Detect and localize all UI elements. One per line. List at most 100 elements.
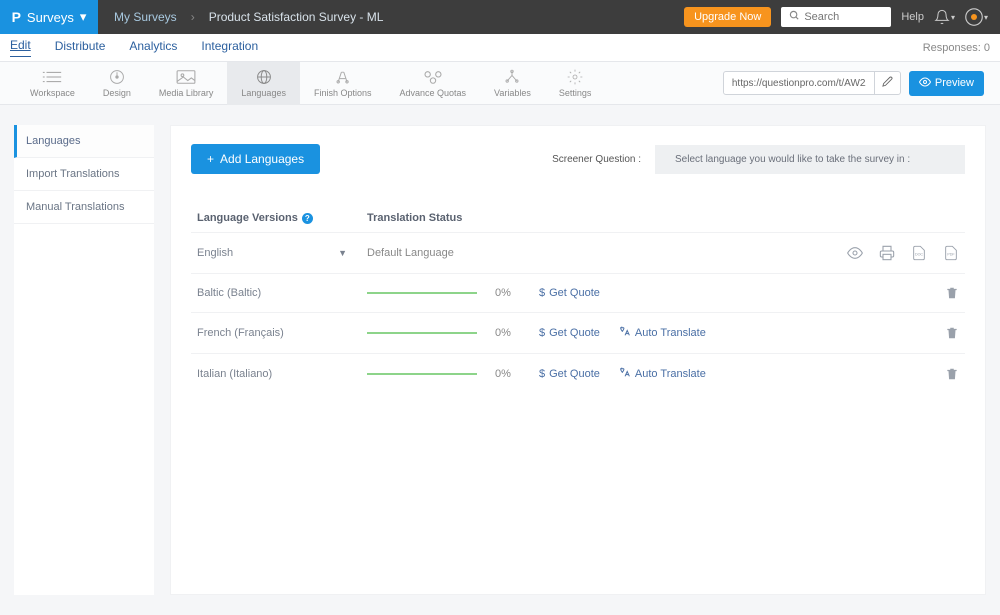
crumb-survey-name[interactable]: Product Satisfaction Survey - ML — [209, 10, 384, 24]
translation-progress — [367, 292, 477, 294]
table-row: French (Français) 0% $ Get Quote Auto Tr… — [191, 312, 965, 353]
plus-icon: + — [207, 152, 214, 166]
tool-workspace[interactable]: Workspace — [16, 62, 89, 105]
screener-label: Screener Question : — [552, 154, 641, 165]
table-header: Language Versions ? Translation Status — [191, 204, 965, 232]
edit-url-icon[interactable] — [874, 72, 900, 94]
variables-icon — [501, 68, 523, 86]
workspace-icon — [41, 68, 63, 86]
translation-progress — [367, 332, 477, 334]
upgrade-button[interactable]: Upgrade Now — [684, 7, 771, 27]
survey-url-input[interactable] — [724, 74, 874, 93]
language-name: French (Français) — [197, 327, 284, 339]
chevron-down-icon: ▾ — [984, 13, 988, 22]
finish-icon — [332, 68, 354, 86]
content-panel: + Add Languages Screener Question : Sele… — [170, 125, 986, 595]
col-header-status: Translation Status — [367, 212, 959, 224]
table-row: Italian (Italiano) 0% $ Get Quote Auto T… — [191, 353, 965, 394]
top-header: P Surveys ▾ My Surveys › Product Satisfa… — [0, 0, 1000, 34]
eye-icon — [919, 76, 931, 91]
tab-distribute[interactable]: Distribute — [55, 39, 106, 57]
sidebar: Languages Import Translations Manual Tra… — [14, 125, 154, 595]
header-right: Upgrade Now Help ▾ ▾ — [684, 7, 1000, 27]
language-name: Baltic (Baltic) — [197, 287, 261, 299]
auto-translate-link[interactable]: Auto Translate — [618, 366, 706, 382]
crumb-my-surveys[interactable]: My Surveys — [114, 10, 177, 24]
screener-section: Screener Question : Select language you … — [552, 145, 965, 174]
tab-analytics[interactable]: Analytics — [129, 39, 177, 57]
sidebar-item-import-translations[interactable]: Import Translations — [14, 158, 154, 191]
tab-integration[interactable]: Integration — [201, 39, 258, 57]
main-area: Languages Import Translations Manual Tra… — [0, 105, 1000, 615]
auto-translate-link[interactable]: Auto Translate — [618, 325, 706, 341]
search-wrap[interactable] — [781, 7, 891, 27]
screener-question-input[interactable]: Select language you would like to take t… — [655, 145, 965, 174]
progress-pct: 0% — [495, 327, 521, 339]
svg-text:DOC: DOC — [915, 253, 923, 257]
table-row: English ▼ Default Language DOC PDF — [191, 232, 965, 273]
pdf-icon[interactable]: PDF — [943, 245, 959, 261]
tool-languages[interactable]: Languages — [227, 62, 300, 105]
dollar-icon: $ — [539, 327, 545, 339]
default-language-label: Default Language — [367, 247, 454, 259]
translate-icon — [618, 366, 631, 382]
logo-text: Surveys — [27, 10, 74, 25]
preview-icon[interactable] — [847, 245, 863, 261]
toolbar-right: Preview — [723, 71, 984, 96]
table-row: Baltic (Baltic) 0% $ Get Quote — [191, 273, 965, 312]
row-actions: DOC PDF — [847, 245, 959, 261]
chevron-down-icon: ▾ — [80, 9, 87, 25]
get-quote-link[interactable]: $ Get Quote — [539, 287, 600, 299]
languages-icon — [253, 68, 275, 86]
dollar-icon: $ — [539, 368, 545, 380]
info-icon[interactable]: ? — [302, 213, 313, 224]
search-input[interactable] — [804, 11, 884, 23]
notification-bell-icon[interactable]: ▾ — [934, 9, 955, 25]
tool-media-library[interactable]: Media Library — [145, 62, 228, 105]
logo-icon: P — [12, 9, 21, 25]
design-icon — [106, 68, 128, 86]
language-cell[interactable]: English ▼ — [197, 247, 367, 259]
logo-surveys[interactable]: P Surveys ▾ — [0, 0, 98, 34]
svg-text:PDF: PDF — [947, 253, 955, 257]
sidebar-item-languages[interactable]: Languages — [14, 125, 154, 158]
subnav-tabs: Edit Distribute Analytics Integration — [10, 38, 258, 57]
get-quote-link[interactable]: $ Get Quote — [539, 368, 600, 380]
quotas-icon — [422, 68, 444, 86]
toolbar-items: Workspace Design Media Library Languages… — [16, 62, 605, 105]
user-avatar[interactable]: ▾ — [965, 8, 988, 26]
breadcrumb: My Surveys › Product Satisfaction Survey… — [98, 10, 684, 24]
chevron-down-icon: ▼ — [338, 248, 347, 258]
settings-icon — [564, 68, 586, 86]
col-header-language: Language Versions ? — [197, 212, 367, 224]
translate-icon — [618, 325, 631, 341]
subnav: Edit Distribute Analytics Integration Re… — [0, 34, 1000, 62]
tab-edit[interactable]: Edit — [10, 38, 31, 57]
print-icon[interactable] — [879, 245, 895, 261]
add-languages-button[interactable]: + Add Languages — [191, 144, 320, 174]
translation-progress — [367, 373, 477, 375]
delete-icon[interactable] — [945, 326, 959, 340]
crumb-sep: › — [191, 10, 195, 24]
tool-settings[interactable]: Settings — [545, 62, 606, 105]
responses-count: Responses: 0 — [923, 42, 990, 54]
dollar-icon: $ — [539, 287, 545, 299]
tool-finish-options[interactable]: Finish Options — [300, 62, 386, 105]
get-quote-link[interactable]: $ Get Quote — [539, 327, 600, 339]
sidebar-item-manual-translations[interactable]: Manual Translations — [14, 191, 154, 224]
delete-icon[interactable] — [945, 286, 959, 300]
tool-variables[interactable]: Variables — [480, 62, 545, 105]
media-icon — [175, 68, 197, 86]
content-top: + Add Languages Screener Question : Sele… — [191, 144, 965, 174]
toolbar: Workspace Design Media Library Languages… — [0, 62, 1000, 105]
language-name: Italian (Italiano) — [197, 368, 272, 380]
help-link[interactable]: Help — [901, 11, 924, 23]
survey-url-box — [723, 71, 901, 95]
tool-advance-quotas[interactable]: Advance Quotas — [385, 62, 480, 105]
doc-icon[interactable]: DOC — [911, 245, 927, 261]
delete-icon[interactable] — [945, 367, 959, 381]
preview-button[interactable]: Preview — [909, 71, 984, 96]
progress-pct: 0% — [495, 368, 521, 380]
chevron-down-icon: ▾ — [951, 13, 955, 22]
tool-design[interactable]: Design — [89, 62, 145, 105]
